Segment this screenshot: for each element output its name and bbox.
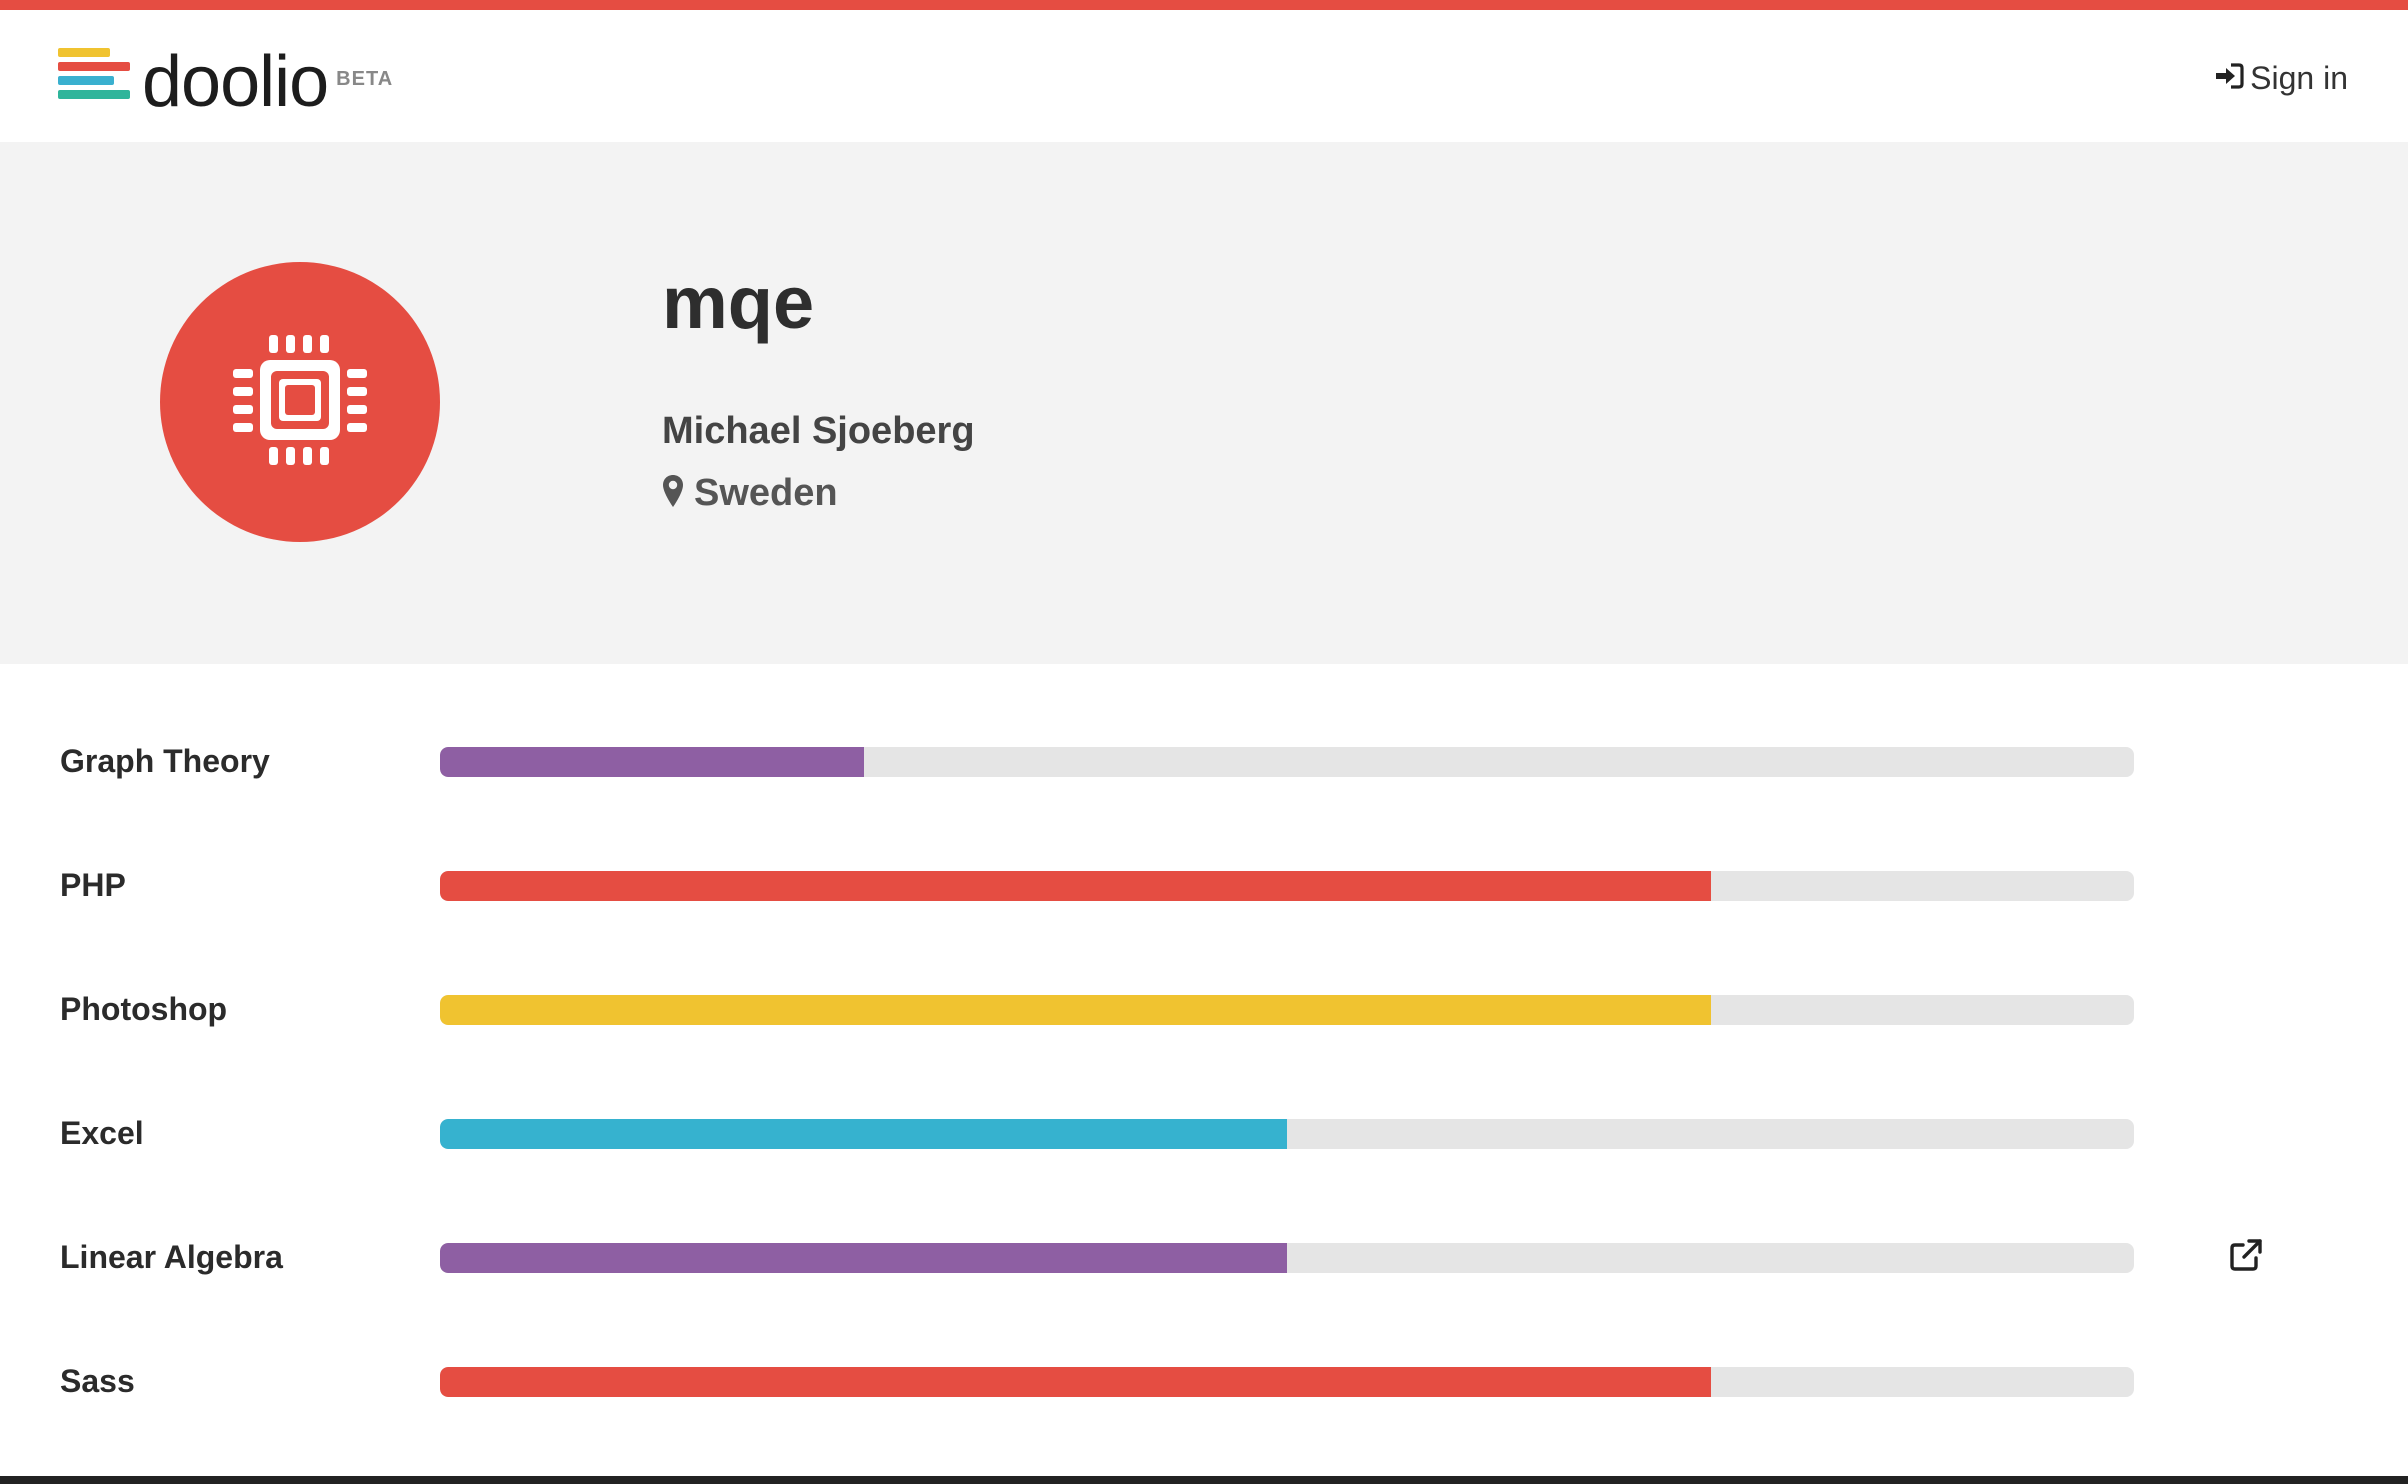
skill-row: Excel	[0, 1105, 2408, 1165]
profile-header: mqe Michael Sjoeberg Sweden	[0, 142, 2408, 664]
skill-name: Linear Algebra	[60, 1239, 283, 1275]
skill-progress-fill	[440, 1119, 1287, 1149]
avatar	[160, 262, 440, 542]
sign-in-link[interactable]: Sign in	[2214, 60, 2348, 97]
top-accent-stripe	[0, 0, 2408, 10]
skill-name: Photoshop	[60, 991, 228, 1027]
skill-row: Linear Algebra	[0, 1229, 2408, 1289]
skill-progress-track	[440, 995, 2134, 1025]
profile-full-name: Michael Sjoeberg	[662, 410, 975, 452]
location-label: Sweden	[694, 472, 838, 514]
logo-bar-yellow	[58, 48, 110, 57]
window-bottom-edge	[0, 1476, 2408, 1484]
page: doolio BETA Sign in mqe Michael Sjoeberg…	[0, 0, 2408, 1484]
microchip-icon	[215, 315, 385, 490]
profile-location: Sweden	[662, 472, 838, 515]
skill-progress-track	[440, 747, 2134, 777]
external-link-icon[interactable]	[2228, 1237, 2264, 1273]
skill-row: Photoshop	[0, 981, 2408, 1041]
skill-progress-track	[440, 1243, 2134, 1273]
beta-badge: BETA	[336, 68, 394, 90]
map-marker-icon	[662, 474, 694, 513]
skills-list: Graph Theory PHP Photoshop Excel Linear	[0, 664, 2408, 1484]
skill-progress-fill	[440, 871, 1711, 901]
skill-progress-track	[440, 871, 2134, 901]
skill-name: Sass	[60, 1363, 135, 1399]
logo-bar-green	[58, 90, 130, 99]
skill-progress-fill	[440, 1243, 1287, 1273]
skill-row: PHP	[0, 857, 2408, 917]
profile-username: mqe	[662, 261, 815, 344]
logo-bar-blue	[58, 76, 114, 85]
logo[interactable]: doolio BETA	[58, 42, 394, 122]
skill-row: Sass	[0, 1353, 2408, 1413]
skill-progress-fill	[440, 1367, 1711, 1397]
sign-in-label: Sign in	[2250, 60, 2348, 96]
skill-progress-fill	[440, 995, 1711, 1025]
skill-progress-fill	[440, 747, 864, 777]
logo-wordmark: doolio	[142, 42, 329, 122]
sign-in-icon	[2214, 62, 2250, 95]
skill-progress-track	[440, 1367, 2134, 1397]
logo-bar-red	[58, 62, 130, 71]
skill-name: PHP	[60, 867, 126, 903]
logo-bars-icon	[58, 48, 132, 108]
skill-progress-track	[440, 1119, 2134, 1149]
skill-name: Excel	[60, 1115, 144, 1151]
skill-row: Graph Theory	[0, 733, 2408, 793]
skill-name: Graph Theory	[60, 743, 270, 779]
site-header: doolio BETA Sign in	[0, 10, 2408, 142]
